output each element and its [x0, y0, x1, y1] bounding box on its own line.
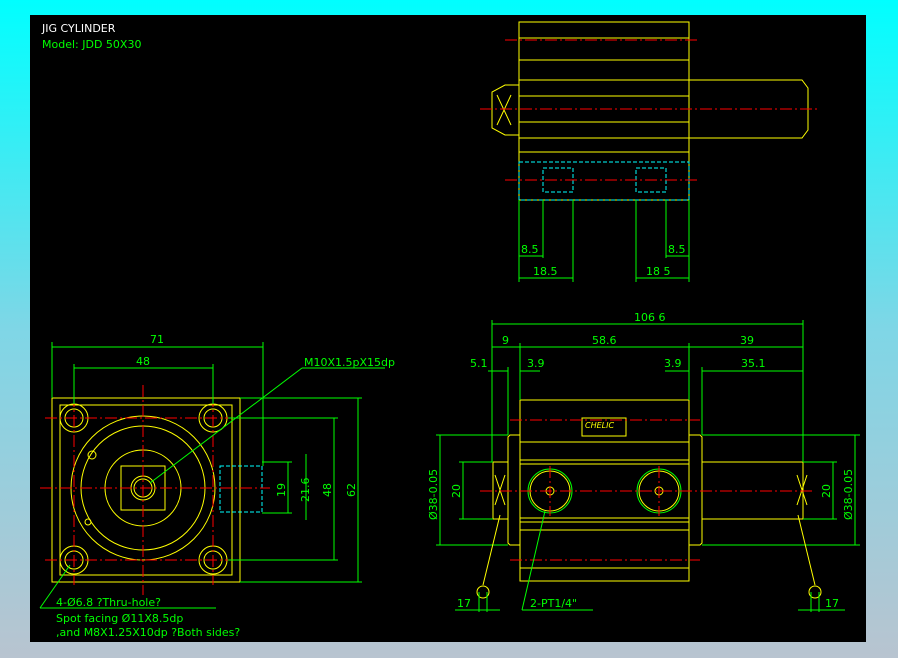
- dim-21-6: 21.6: [299, 478, 312, 503]
- drawing-title: JIG CYLINDER: [41, 22, 116, 35]
- dim-48-vertical: 48: [321, 483, 334, 497]
- dim-20-right: 20: [820, 484, 833, 498]
- dim-3-9-left: 3.9: [527, 357, 545, 370]
- dim-9: 9: [502, 334, 509, 347]
- dim-62: 62: [345, 483, 358, 497]
- dim-71: 71: [150, 333, 164, 346]
- hole-note-3: ,and M8X1.25X10dp ?Both sides?: [56, 626, 240, 639]
- dim-18-5-right: 18 5: [646, 265, 671, 278]
- front-view: CHELIC 106 6 9 58.6 39 5.1 3.9 3.9 35.1: [427, 311, 860, 612]
- cad-drawing-sheet: JIG CYLINDER Model: JDD 50X30 8.5 8.5 18…: [30, 15, 866, 642]
- port-note: 2-PT1/4": [530, 597, 577, 610]
- top-view: 8.5 8.5 18.5 18 5: [480, 21, 820, 282]
- dim-3-9-right: 3.9: [664, 357, 682, 370]
- hole-note-2: Spot facing Ø11X8.5dp: [56, 612, 183, 625]
- cad-drawing: JIG CYLINDER Model: JDD 50X30 8.5 8.5 18…: [39, 21, 860, 639]
- dim-35-1: 35.1: [741, 357, 766, 370]
- model-label: Model: JDD 50X30: [42, 38, 141, 51]
- thread-note: M10X1.5pX15dp: [304, 356, 395, 369]
- side-view: 71 48 19 21.6 48 62 M10X1.5pX15dp 4-Ø6.8…: [39, 333, 395, 639]
- dim-58-6: 58.6: [592, 334, 617, 347]
- dim-17-right: 17: [825, 597, 839, 610]
- dim-106-6: 106 6: [634, 311, 666, 324]
- dim-39: 39: [740, 334, 754, 347]
- dim-48-horizontal: 48: [136, 355, 150, 368]
- dim-dia-38-left: Ø38-0.05: [427, 469, 440, 520]
- dim-17-left: 17: [457, 597, 471, 610]
- chelic-logo: CHELIC: [585, 421, 614, 430]
- dim-dia-38-right: Ø38-0.05: [842, 469, 855, 520]
- dim-8-5-right: 8.5: [668, 243, 686, 256]
- dim-18-5-left: 18.5: [533, 265, 558, 278]
- dim-5-1: 5.1: [470, 357, 488, 370]
- dim-19: 19: [275, 483, 288, 497]
- dim-8-5-left: 8.5: [521, 243, 539, 256]
- dim-20-left: 20: [450, 484, 463, 498]
- hole-note-1: 4-Ø6.8 ?Thru-hole?: [56, 596, 161, 609]
